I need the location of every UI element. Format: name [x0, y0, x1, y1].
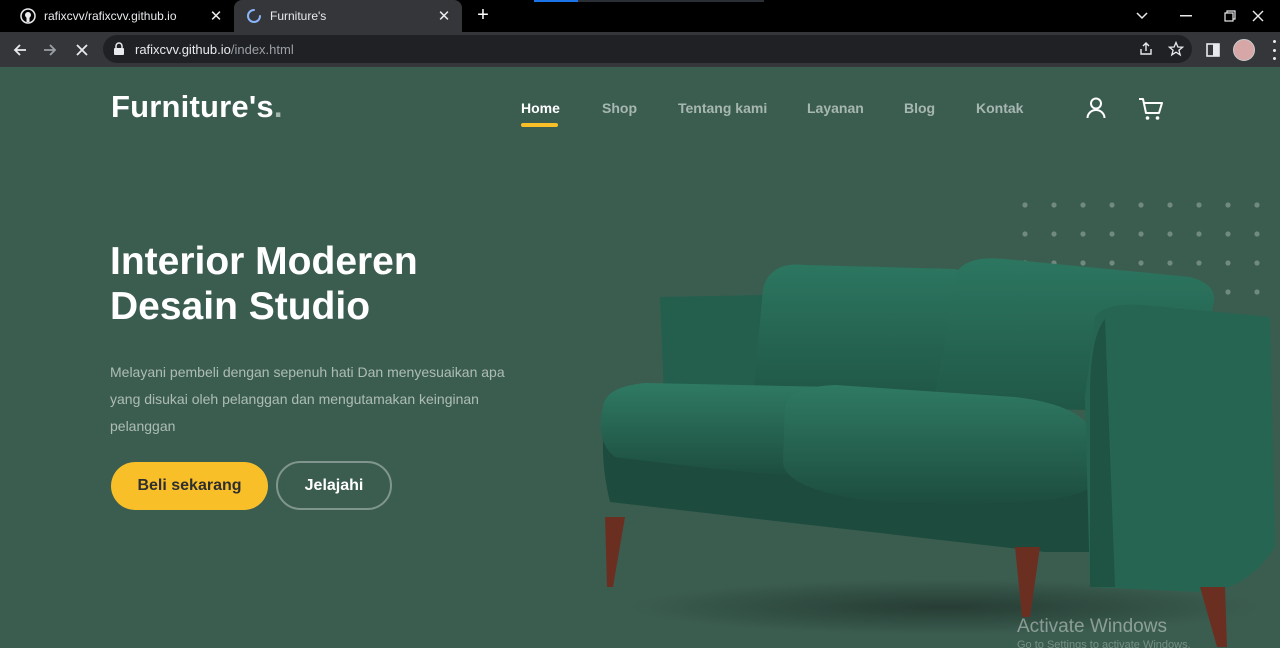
- hero-title: Interior Moderen Desain Studio: [110, 239, 418, 329]
- nav-shop[interactable]: Shop: [602, 100, 637, 116]
- close-tab-icon[interactable]: ✕: [434, 6, 454, 26]
- side-panel-icon[interactable]: [1202, 39, 1224, 61]
- browser-tab-furniture[interactable]: Furniture's ✕: [234, 0, 462, 32]
- nav-active-indicator: [521, 123, 558, 127]
- url-path: /index.html: [230, 42, 294, 57]
- forward-arrow-icon[interactable]: [36, 36, 64, 64]
- activate-windows-subtitle: Go to Settings to activate Windows.: [1017, 639, 1191, 648]
- tab-search-icon[interactable]: [1120, 0, 1164, 32]
- hero-title-line2: Desain Studio: [110, 285, 371, 328]
- browser-menu-icon[interactable]: [1268, 40, 1280, 60]
- nav-tentang-kami[interactable]: Tentang kami: [678, 100, 767, 116]
- url-host: rafixcvv.github.io: [135, 42, 231, 57]
- buy-now-button[interactable]: Beli sekarang: [111, 462, 268, 510]
- share-icon[interactable]: [1137, 40, 1155, 58]
- activate-windows-title: Activate Windows: [1017, 616, 1167, 637]
- bookmark-star-icon[interactable]: [1167, 40, 1185, 58]
- page-loading-bar: [534, 0, 764, 2]
- tab-title: rafixcvv/rafixcvv.github.io: [44, 9, 177, 23]
- address-bar[interactable]: rafixcvv.github.io/index.html: [103, 35, 1192, 63]
- logo-text: Furniture's: [111, 89, 274, 124]
- github-icon: [20, 8, 36, 24]
- hero-description: Melayani pembeli dengan sepenuh hati Dan…: [110, 364, 505, 434]
- nav-blog[interactable]: Blog: [904, 100, 935, 116]
- browser-toolbar: rafixcvv.github.io/index.html: [0, 32, 1280, 67]
- hero-section: Furniture's. Home Shop Tentang kami Laya…: [0, 67, 1280, 648]
- new-tab-button[interactable]: +: [472, 4, 494, 26]
- lock-icon: [113, 42, 125, 61]
- close-window-icon[interactable]: [1236, 0, 1280, 32]
- sofa-image: [600, 258, 1275, 647]
- nav-kontak[interactable]: Kontak: [976, 100, 1023, 116]
- stop-loading-icon[interactable]: [68, 36, 96, 64]
- minimize-icon[interactable]: [1164, 0, 1208, 32]
- nav-layanan[interactable]: Layanan: [807, 100, 864, 116]
- browser-tab-bar: rafixcvv/rafixcvv.github.io ✕ Furniture'…: [0, 0, 1280, 32]
- profile-avatar[interactable]: [1233, 39, 1255, 61]
- tab-title: Furniture's: [270, 9, 327, 23]
- cart-icon[interactable]: [1138, 97, 1164, 126]
- site-logo[interactable]: Furniture's.: [111, 89, 283, 125]
- close-tab-icon[interactable]: ✕: [206, 6, 226, 26]
- explore-button[interactable]: Jelajahi: [276, 461, 392, 510]
- hero-title-line1: Interior Moderen: [110, 240, 418, 283]
- browser-tab-github[interactable]: rafixcvv/rafixcvv.github.io ✕: [8, 0, 234, 32]
- loading-spinner-icon: [246, 8, 262, 24]
- back-arrow-icon[interactable]: [6, 36, 34, 64]
- logo-dot: .: [273, 89, 283, 124]
- nav-home[interactable]: Home: [521, 100, 560, 116]
- user-icon[interactable]: [1086, 97, 1106, 124]
- url-text: rafixcvv.github.io/index.html: [135, 42, 294, 57]
